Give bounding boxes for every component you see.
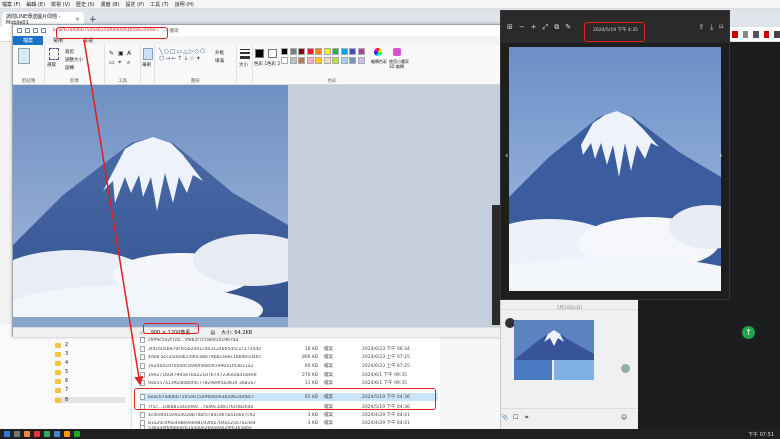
annotation-arrow (83, 39, 144, 386)
